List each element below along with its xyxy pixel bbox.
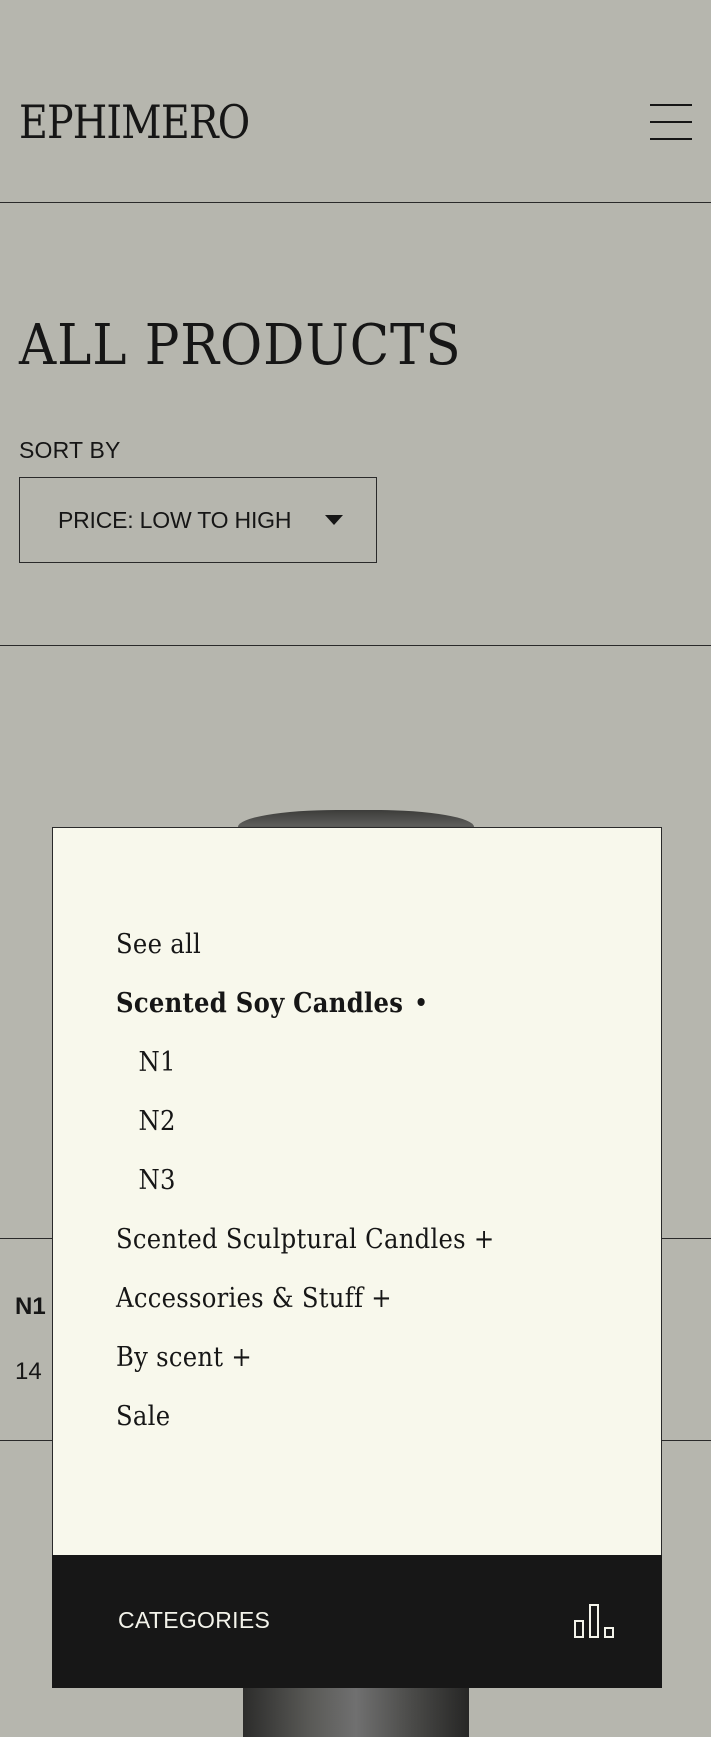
hamburger-menu-icon[interactable] (650, 104, 692, 142)
active-dot-icon (417, 997, 425, 1006)
sort-dropdown[interactable]: PRICE: LOW TO HIGH (19, 477, 377, 563)
category-label: Scented Sculptural Candles + (116, 1224, 495, 1255)
category-scented-soy-candles[interactable]: Scented Soy Candles (116, 974, 495, 1033)
categories-panel: See all Scented Soy Candles N1 N2 N3 Sce… (52, 827, 662, 1555)
bar-chart-icon (574, 1604, 614, 1638)
product-price: 14 (15, 1358, 42, 1385)
caret-down-icon (325, 515, 343, 525)
sort-selected-value: PRICE: LOW TO HIGH (58, 507, 292, 533)
hamburger-line (650, 138, 692, 140)
category-scented-sculptural-candles[interactable]: Scented Sculptural Candles + (116, 1210, 495, 1269)
hamburger-line (650, 121, 692, 123)
category-label: See all (116, 929, 202, 960)
product-image-next[interactable] (243, 1686, 469, 1737)
categories-toggle-button[interactable]: CATEGORIES (52, 1555, 662, 1688)
category-by-scent[interactable]: By scent + (116, 1328, 495, 1387)
category-label: Sale (116, 1401, 171, 1432)
category-label: N1 (138, 1047, 176, 1078)
category-label: By scent + (116, 1342, 252, 1373)
category-label: Scented Soy Candles (116, 988, 404, 1019)
logo[interactable]: EPHIMERO (19, 92, 250, 152)
category-label: N2 (138, 1106, 176, 1137)
category-sale[interactable]: Sale (116, 1387, 495, 1446)
categories-list: See all Scented Soy Candles N1 N2 N3 Sce… (116, 915, 537, 1446)
page-title: ALL PRODUCTS (19, 313, 462, 378)
sort-label: SORT BY (19, 437, 121, 463)
divider (0, 645, 711, 646)
subcategory-n1[interactable]: N1 (116, 1033, 495, 1092)
subcategory-n2[interactable]: N2 (116, 1092, 495, 1151)
page: EPHIMERO ALL PRODUCTS SORT BY PRICE: LOW… (0, 0, 711, 1737)
product-name[interactable]: N1 (15, 1292, 46, 1322)
subcategory-n3[interactable]: N3 (116, 1151, 495, 1210)
category-label: Accessories & Stuff + (116, 1283, 392, 1314)
hamburger-line (650, 104, 692, 106)
category-see-all[interactable]: See all (116, 915, 495, 974)
site-header: EPHIMERO (0, 0, 711, 203)
categories-footer-label: CATEGORIES (118, 1607, 271, 1633)
category-accessories[interactable]: Accessories & Stuff + (116, 1269, 495, 1328)
category-label: N3 (138, 1165, 176, 1196)
